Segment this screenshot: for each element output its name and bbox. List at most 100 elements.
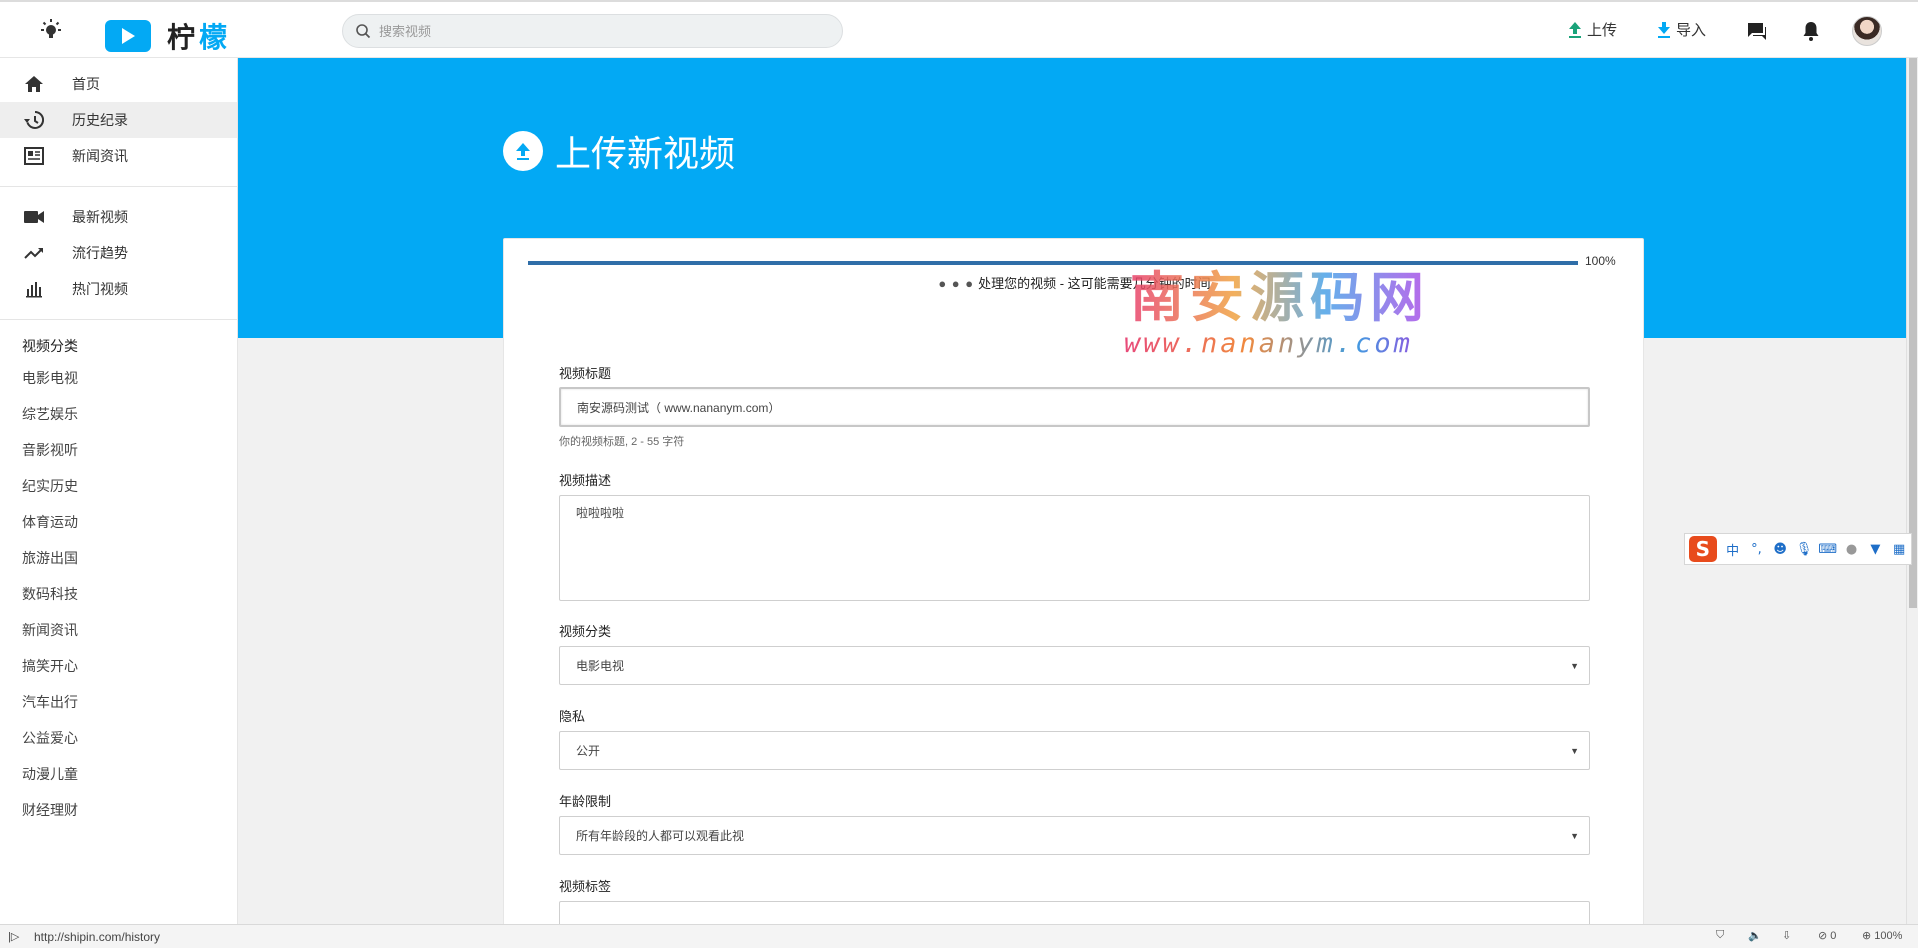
sidebar-item-home[interactable]: 首页	[0, 66, 237, 102]
title-label: 视频标题	[559, 366, 612, 381]
dropdown-arrow-icon: ▼	[1570, 745, 1579, 756]
title-hint: 你的视频标题, 2 - 55 字符	[559, 436, 685, 448]
category-item[interactable]: 体育运动	[0, 504, 237, 540]
sidebar-item-label: 首页	[72, 76, 100, 92]
description-label: 视频描述	[559, 473, 612, 488]
status-url: http://shipin.com/history	[34, 930, 161, 944]
category-item[interactable]: 汽车出行	[0, 684, 237, 720]
dropdown-arrow-icon: ▼	[1570, 660, 1579, 671]
age-restriction-value: 所有年龄段的人都可以观看此视	[576, 829, 745, 843]
divider	[0, 186, 237, 187]
sidebar-item-latest-videos[interactable]: 最新视频	[0, 199, 237, 235]
download-tray-icon[interactable]: ⇩	[1782, 929, 1791, 942]
ime-language-toggle[interactable]: 中	[1721, 540, 1745, 559]
upload-label: 上传	[1587, 22, 1618, 39]
sidebar-item-label: 历史纪录	[72, 112, 128, 128]
category-item[interactable]: 电影电视	[0, 360, 237, 396]
import-label: 导入	[1676, 22, 1707, 39]
category-item[interactable]: 新闻资讯	[0, 612, 237, 648]
upload-icon	[1569, 21, 1581, 38]
category-item[interactable]: 综艺娱乐	[0, 396, 237, 432]
blocked-count[interactable]: ⊘ 0	[1818, 929, 1836, 942]
upload-progress-label: 100%	[1585, 254, 1616, 268]
search-input[interactable]	[379, 23, 819, 39]
news-icon	[22, 144, 46, 168]
privacy-select[interactable]: 公开 ▼	[559, 731, 1590, 770]
site-logo[interactable]: 柠檬	[105, 16, 231, 56]
sidebar-item-label: 最新视频	[72, 209, 128, 225]
processing-status: ● ● ● 处理您的视频 - 这可能需要几分钟的时间	[504, 273, 1645, 292]
category-item[interactable]: 财经理财	[0, 792, 237, 828]
upload-button[interactable]: 上传	[1568, 19, 1617, 40]
ime-punctuation-toggle[interactable]: °,	[1745, 542, 1769, 557]
age-restriction-label: 年龄限制	[559, 794, 612, 809]
play-toggle-icon[interactable]: |▷	[8, 930, 19, 943]
top-bar: 柠檬 上传 导入	[0, 0, 1918, 58]
title-input[interactable]: 南安源码测试（ www.nananym.com）	[559, 387, 1590, 427]
ime-toolbar[interactable]: S 中 °, ☻ 🎙 ⌨ ● ▼ ▦	[1684, 533, 1912, 565]
category-item[interactable]: 纪实历史	[0, 468, 237, 504]
keyboard-icon[interactable]: ⌨	[1816, 542, 1840, 557]
emoji-icon[interactable]: ☻	[1768, 542, 1792, 557]
category-item[interactable]: 公益爱心	[0, 720, 237, 756]
loading-dots-icon: ● ● ●	[938, 276, 975, 291]
messages-icon[interactable]	[1745, 19, 1769, 43]
category-select-value: 电影电视	[576, 659, 625, 673]
microphone-icon[interactable]: 🎙	[1792, 542, 1816, 557]
play-icon	[105, 20, 151, 52]
category-heading: 视频分类	[22, 338, 78, 354]
browser-status-bar: |▷ http://shipin.com/history ⛉ 🔈 ⇩ ⊘ 0 ⊕…	[0, 924, 1918, 948]
sidebar-item-label: 新闻资讯	[72, 148, 128, 164]
title-input-value: 南安源码测试（ www.nananym.com）	[577, 400, 781, 415]
watermark-url-text: www.nananym.com	[1124, 328, 1430, 359]
category-item[interactable]: 数码科技	[0, 576, 237, 612]
history-icon	[22, 108, 46, 132]
speaker-icon[interactable]: 🔈	[1748, 929, 1762, 942]
skin-shirt-icon[interactable]: ▼	[1863, 542, 1887, 557]
privacy-label: 隐私	[559, 709, 586, 724]
category-item[interactable]: 音影视听	[0, 432, 237, 468]
category-select[interactable]: 电影电视 ▼	[559, 646, 1590, 685]
lightbulb-icon[interactable]	[38, 18, 64, 44]
logo-text: 柠檬	[167, 21, 232, 54]
download-icon	[1658, 21, 1670, 38]
category-item[interactable]: 搞笑开心	[0, 648, 237, 684]
upload-circle-icon	[503, 131, 543, 171]
grid-menu-icon[interactable]: ▦	[1887, 542, 1911, 557]
sidebar-item-label: 热门视频	[72, 281, 128, 297]
watermark: 南安源码网 www.nananym.com	[1124, 253, 1430, 359]
divider	[0, 319, 237, 320]
shield-icon[interactable]: ⛉	[1716, 929, 1724, 942]
import-button[interactable]: 导入	[1657, 19, 1706, 40]
privacy-select-value: 公开	[576, 744, 601, 758]
search-icon	[356, 24, 371, 39]
sidebar-item-news[interactable]: 新闻资讯	[0, 138, 237, 174]
upload-form-card: 100% ● ● ● 处理您的视频 - 这可能需要几分钟的时间 视频标题 南安源码…	[503, 238, 1645, 937]
zoom-level[interactable]: ⊕ 100%	[1862, 929, 1902, 942]
sogou-logo-icon[interactable]: S	[1689, 536, 1717, 562]
tags-label: 视频标签	[559, 879, 612, 894]
sidebar-item-trending[interactable]: 流行趋势	[0, 235, 237, 271]
category-item[interactable]: 旅游出国	[0, 540, 237, 576]
user-icon[interactable]: ●	[1840, 542, 1864, 557]
age-restriction-select[interactable]: 所有年龄段的人都可以观看此视 ▼	[559, 816, 1590, 855]
page-scrollbar[interactable]	[1906, 58, 1918, 928]
description-value: 啦啦啦啦	[576, 506, 625, 520]
notification-bell-icon[interactable]	[1799, 19, 1823, 43]
video-camera-icon	[22, 205, 46, 229]
page-title: 上传新视频	[503, 125, 735, 177]
sidebar-item-hot-videos[interactable]: 热门视频	[0, 271, 237, 307]
dropdown-arrow-icon: ▼	[1570, 830, 1579, 841]
description-textarea[interactable]: 啦啦啦啦	[559, 495, 1590, 601]
category-label: 视频分类	[559, 624, 612, 639]
sidebar-item-history[interactable]: 历史纪录	[0, 102, 237, 138]
trending-icon	[22, 241, 46, 265]
sidebar-item-label: 流行趋势	[72, 245, 128, 261]
page-title-text: 上传新视频	[555, 134, 736, 175]
user-avatar[interactable]	[1852, 16, 1882, 46]
bar-chart-icon	[22, 277, 46, 301]
scrollbar-thumb[interactable]	[1909, 58, 1917, 608]
watermark-main-text: 南安源码网	[1130, 253, 1430, 332]
category-item[interactable]: 动漫儿童	[0, 756, 237, 792]
search-bar[interactable]	[342, 14, 843, 48]
